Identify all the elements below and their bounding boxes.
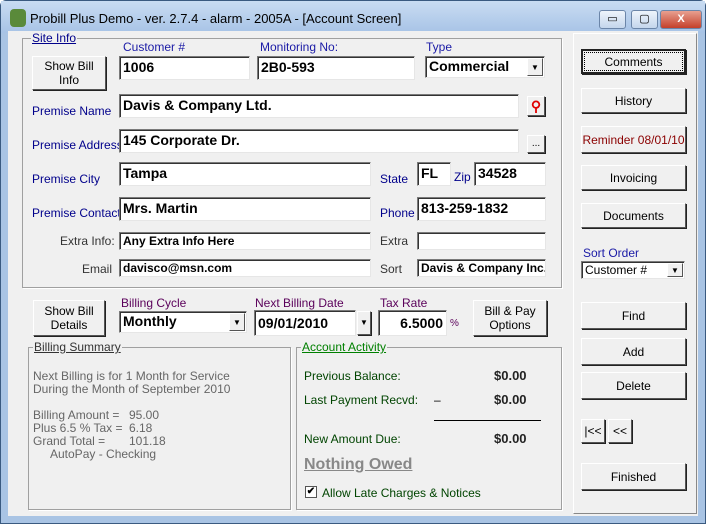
bill-pay-options-button[interactable]: Bill & Pay Options — [473, 300, 547, 336]
invoicing-button[interactable]: Invoicing — [581, 165, 686, 190]
premise-city-label: Premise City — [32, 172, 101, 186]
autopay-status: AutoPay - Checking — [50, 447, 157, 461]
find-button[interactable]: Find — [581, 302, 686, 329]
total-divider — [434, 420, 541, 421]
chevron-down-icon[interactable]: ▼ — [527, 58, 543, 76]
email-input[interactable]: davisco@msn.com — [119, 259, 371, 277]
type-label: Type — [426, 40, 453, 54]
add-button[interactable]: Add — [581, 338, 686, 365]
type-value: Commercial — [429, 58, 510, 74]
balance-status: Nothing Owed — [304, 456, 413, 473]
finished-button[interactable]: Finished — [581, 463, 686, 490]
premise-city-input[interactable]: Tampa — [119, 162, 371, 186]
billing-cycle-select[interactable]: Monthly ▼ — [119, 311, 247, 333]
percent-label: % — [450, 318, 459, 329]
customer-label: Customer # — [123, 40, 186, 54]
extra-info-input[interactable]: Any Extra Info Here — [119, 232, 371, 250]
show-bill-details-button[interactable]: Show Bill Details — [33, 300, 105, 336]
history-button[interactable]: History — [581, 88, 686, 113]
delete-button[interactable]: Delete — [581, 372, 686, 399]
premise-name-label: Premise Name — [32, 104, 112, 118]
last-payment-label: Last Payment Recvd: — [304, 393, 419, 407]
state-input[interactable]: FL — [417, 162, 451, 186]
extra-input[interactable] — [417, 232, 546, 250]
phone-label: Phone — [380, 206, 415, 220]
tax-rate-input[interactable]: 6.5000 — [378, 310, 447, 336]
tax-amount-value: 6.18 — [129, 421, 153, 435]
sort-label: Sort — [380, 262, 403, 276]
premise-address-input[interactable]: 145 Corporate Dr. — [119, 129, 519, 153]
premise-address-label: Premise Address — [32, 138, 123, 152]
email-label: Email — [82, 262, 113, 276]
late-charges-label: Allow Late Charges & Notices — [322, 486, 481, 500]
monitoring-number-input[interactable]: 2B0-593 — [257, 56, 415, 80]
extra-label: Extra — [380, 234, 409, 248]
grand-total-label: Grand Total = — [33, 434, 106, 448]
date-dropdown-icon[interactable]: ▼ — [357, 311, 371, 335]
customer-number-input[interactable]: 1006 — [119, 56, 250, 80]
monitoring-label: Monitoring No: — [260, 40, 339, 54]
state-label: State — [380, 172, 409, 186]
extra-info-label: Extra Info: — [60, 234, 115, 248]
new-amount-due-label: New Amount Due: — [304, 432, 401, 446]
last-payment-date: – — [434, 393, 441, 407]
sort-order-label: Sort Order — [583, 246, 640, 260]
chevron-down-icon[interactable]: ▼ — [667, 263, 683, 277]
new-amount-due-value: $0.00 — [494, 431, 527, 446]
billing-cycle-label: Billing Cycle — [121, 296, 187, 310]
show-bill-info-button[interactable]: Show Bill Info — [32, 56, 106, 90]
address-lookup-button[interactable]: ... — [527, 135, 545, 153]
billing-cycle-value: Monthly — [123, 313, 177, 329]
reminder-button[interactable]: Reminder 08/01/10 — [581, 126, 686, 153]
late-charges-checkbox[interactable]: ✔ — [305, 486, 317, 498]
documents-button[interactable]: Documents — [581, 203, 686, 228]
sort-order-value: Customer # — [585, 263, 648, 277]
summary-line: During the Month of September 2010 — [33, 382, 231, 396]
site-info-label: Site Info — [31, 31, 78, 45]
tax-rate-label: Tax Rate — [380, 296, 428, 310]
billing-summary-label: Billing Summary — [33, 340, 122, 354]
phone-input[interactable]: 813-259-1832 — [417, 197, 546, 221]
zip-input[interactable]: 34528 — [474, 162, 546, 186]
previous-balance-label: Previous Balance: — [304, 369, 401, 383]
chevron-down-icon[interactable]: ▼ — [229, 313, 245, 331]
premise-contact-label: Premise Contact — [32, 206, 121, 220]
pin-icon[interactable]: ⚲ — [527, 96, 545, 116]
summary-line: Next Billing is for 1 Month for Service — [33, 369, 230, 383]
premise-contact-input[interactable]: Mrs. Martin — [119, 197, 371, 221]
type-select[interactable]: Commercial ▼ — [425, 56, 545, 78]
tax-amount-label: Plus 6.5 % Tax = — [33, 421, 123, 435]
premise-name-input[interactable]: Davis & Company Ltd. — [119, 94, 519, 118]
billing-amount-value: 95.00 — [129, 408, 160, 422]
zip-label: Zip — [454, 170, 471, 184]
next-billing-date-input[interactable]: 09/01/2010 — [254, 310, 356, 336]
first-record-button[interactable]: |<< — [581, 419, 605, 443]
last-payment-value: $0.00 — [494, 392, 527, 407]
account-screen: Site Info Show Bill Info Customer # 1006… — [8, 31, 698, 516]
account-activity-label: Account Activity — [301, 340, 388, 354]
sort-input[interactable]: Davis & Company Inc. — [417, 259, 546, 277]
previous-balance-value: $0.00 — [494, 368, 527, 383]
sort-order-select[interactable]: Customer # ▼ — [581, 261, 685, 279]
comments-button[interactable]: Comments — [581, 49, 686, 74]
previous-record-button[interactable]: << — [608, 419, 632, 443]
grand-total-value: 101.18 — [129, 434, 166, 448]
next-billing-date-label: Next Billing Date — [255, 296, 344, 310]
billing-amount-label: Billing Amount = — [33, 408, 120, 422]
